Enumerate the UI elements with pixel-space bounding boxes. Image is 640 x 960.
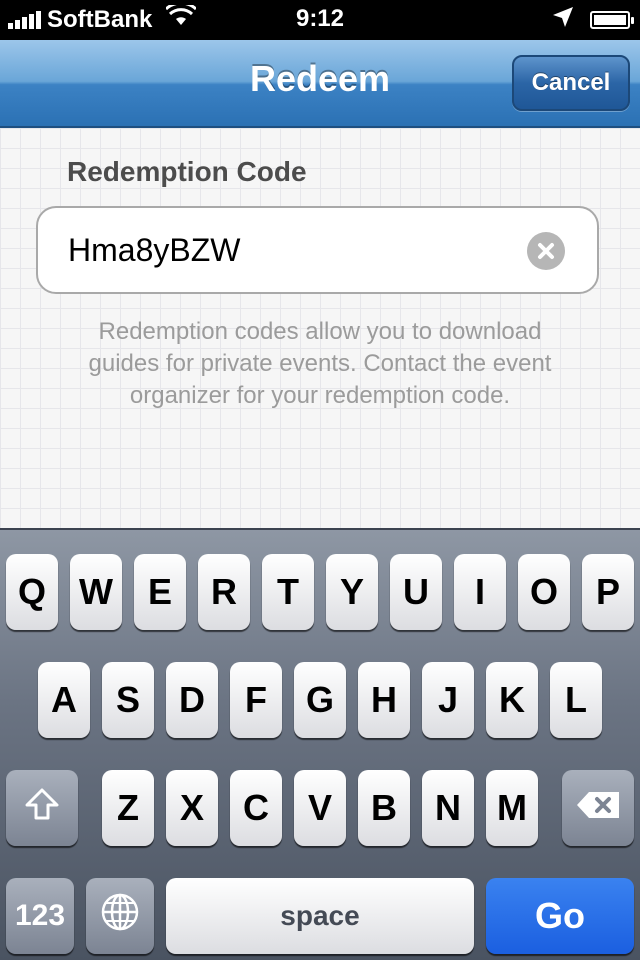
- keyboard: Q W E R T Y U I O P A S D F G H J K L Z …: [0, 528, 640, 960]
- key-c[interactable]: C: [230, 770, 282, 846]
- battery-icon: [590, 10, 634, 29]
- shift-icon: [24, 787, 60, 830]
- shift-key[interactable]: [6, 770, 78, 846]
- key-t[interactable]: T: [262, 554, 314, 630]
- key-y[interactable]: Y: [326, 554, 378, 630]
- key-q[interactable]: Q: [6, 554, 58, 630]
- key-r[interactable]: R: [198, 554, 250, 630]
- status-time: 9:12: [295, 5, 345, 32]
- content-area: Redemption Code Hma8yBZW Redemption code…: [0, 128, 640, 528]
- help-text: Redemption codes allow you to download g…: [88, 318, 552, 409]
- backspace-key[interactable]: [562, 770, 634, 846]
- key-m[interactable]: M: [486, 770, 538, 846]
- key-s[interactable]: S: [102, 662, 154, 738]
- key-f[interactable]: F: [230, 662, 282, 738]
- status-bar: SoftBank 9:12: [0, 0, 640, 40]
- key-n[interactable]: N: [422, 770, 474, 846]
- numbers-key[interactable]: 123: [6, 878, 74, 954]
- key-v[interactable]: V: [294, 770, 346, 846]
- key-z[interactable]: Z: [102, 770, 154, 846]
- navigation-bar: Redeem Cancel: [0, 40, 640, 128]
- section-label: Redemption Code: [67, 156, 307, 187]
- key-d[interactable]: D: [166, 662, 218, 738]
- key-a[interactable]: A: [38, 662, 90, 738]
- key-b[interactable]: B: [358, 770, 410, 846]
- key-k[interactable]: K: [486, 662, 538, 738]
- redemption-code-input[interactable]: Hma8yBZW: [68, 232, 240, 269]
- key-l[interactable]: L: [550, 662, 602, 738]
- key-e[interactable]: E: [134, 554, 186, 630]
- clear-text-icon[interactable]: [527, 232, 565, 270]
- key-h[interactable]: H: [358, 662, 410, 738]
- globe-key[interactable]: [86, 878, 154, 954]
- key-j[interactable]: J: [422, 662, 474, 738]
- redemption-code-field[interactable]: Hma8yBZW: [36, 206, 599, 294]
- backspace-icon: [575, 787, 621, 829]
- key-p[interactable]: P: [582, 554, 634, 630]
- key-o[interactable]: O: [518, 554, 570, 630]
- location-icon: [552, 6, 574, 33]
- key-x[interactable]: X: [166, 770, 218, 846]
- key-u[interactable]: U: [390, 554, 442, 630]
- go-key[interactable]: Go: [486, 878, 634, 954]
- key-g[interactable]: G: [294, 662, 346, 738]
- cancel-button[interactable]: Cancel: [512, 55, 630, 111]
- space-key[interactable]: space: [166, 878, 474, 954]
- key-i[interactable]: I: [454, 554, 506, 630]
- globe-icon: [100, 892, 140, 941]
- key-w[interactable]: W: [70, 554, 122, 630]
